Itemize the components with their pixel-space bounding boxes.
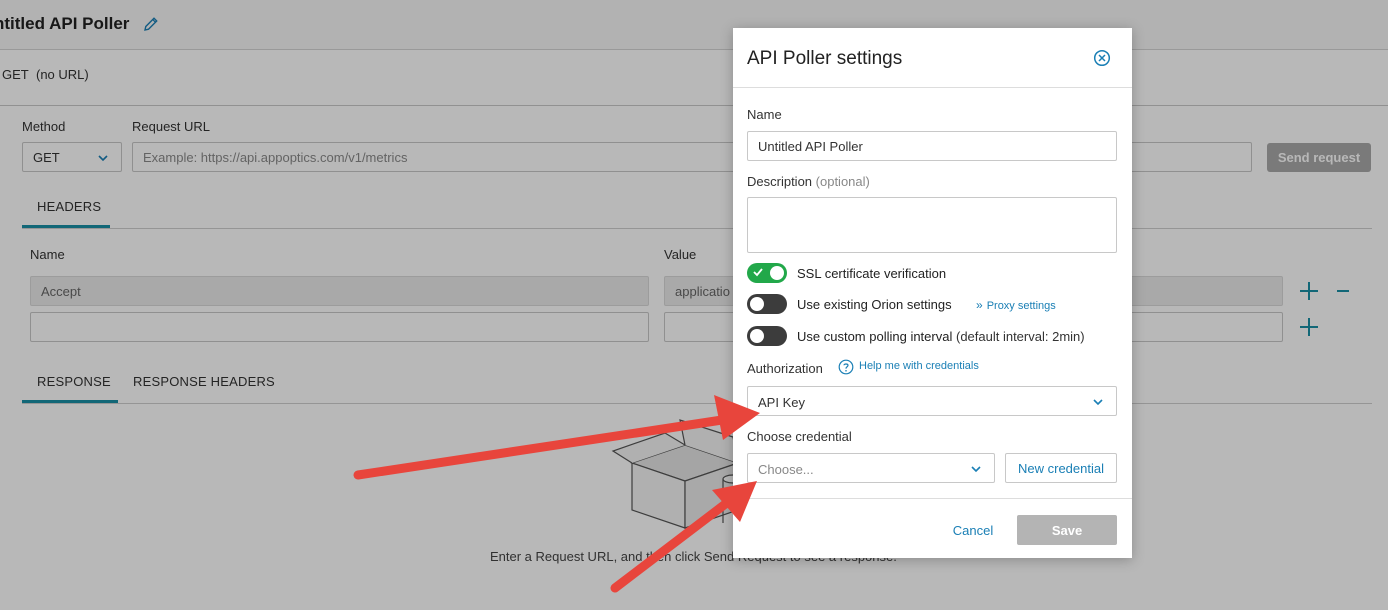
dialog-footer: Cancel Save xyxy=(733,498,1132,558)
optional-hint: (optional) xyxy=(815,174,870,189)
help-icon[interactable] xyxy=(838,359,854,375)
orion-settings-toggle[interactable] xyxy=(747,294,787,314)
polling-interval-label: Use custom polling interval (default int… xyxy=(797,329,1085,344)
toggle-knob xyxy=(750,297,764,311)
description-textarea[interactable] xyxy=(747,197,1117,253)
ssl-toggle[interactable] xyxy=(747,263,787,283)
new-credential-button[interactable]: New credential xyxy=(1005,453,1117,483)
chevron-down-icon xyxy=(971,466,981,473)
toggle-knob xyxy=(770,266,784,280)
proxy-settings-link[interactable]: » Proxy settings xyxy=(976,298,1056,312)
dialog-title: API Poller settings xyxy=(747,48,903,69)
description-label-text: Description xyxy=(747,174,813,189)
orion-settings-label: Use existing Orion settings xyxy=(797,297,952,312)
credential-select[interactable]: Choose... xyxy=(747,453,995,483)
toggle-knob xyxy=(750,329,764,343)
chevron-down-icon xyxy=(1093,399,1103,406)
api-poller-settings-dialog: API Poller settings Name Description (op… xyxy=(733,28,1132,558)
choose-credential-label: Choose credential xyxy=(747,429,852,444)
description-label: Description (optional) xyxy=(747,174,870,189)
credential-placeholder: Choose... xyxy=(758,462,814,477)
close-icon[interactable] xyxy=(1093,49,1111,67)
modal-backdrop[interactable] xyxy=(0,0,1388,610)
help-credentials-link[interactable]: Help me with credentials xyxy=(859,360,979,372)
ssl-label: SSL certificate verification xyxy=(797,266,947,281)
proxy-settings-text: Proxy settings xyxy=(986,300,1056,312)
name-label: Name xyxy=(747,107,782,122)
authorization-value: API Key xyxy=(758,395,805,410)
double-chevron-icon: » xyxy=(976,298,983,312)
authorization-label: Authorization xyxy=(747,361,823,376)
check-icon xyxy=(753,268,763,277)
cancel-button[interactable]: Cancel xyxy=(938,518,1008,542)
polling-interval-toggle[interactable] xyxy=(747,326,787,346)
dialog-header: API Poller settings xyxy=(733,28,1132,88)
save-button[interactable]: Save xyxy=(1017,515,1117,545)
default-interval-note: (default interval: 2min) xyxy=(955,329,1085,344)
polling-interval-text: Use custom polling interval xyxy=(797,329,953,344)
authorization-select[interactable]: API Key xyxy=(747,386,1117,416)
name-input[interactable] xyxy=(747,131,1117,161)
